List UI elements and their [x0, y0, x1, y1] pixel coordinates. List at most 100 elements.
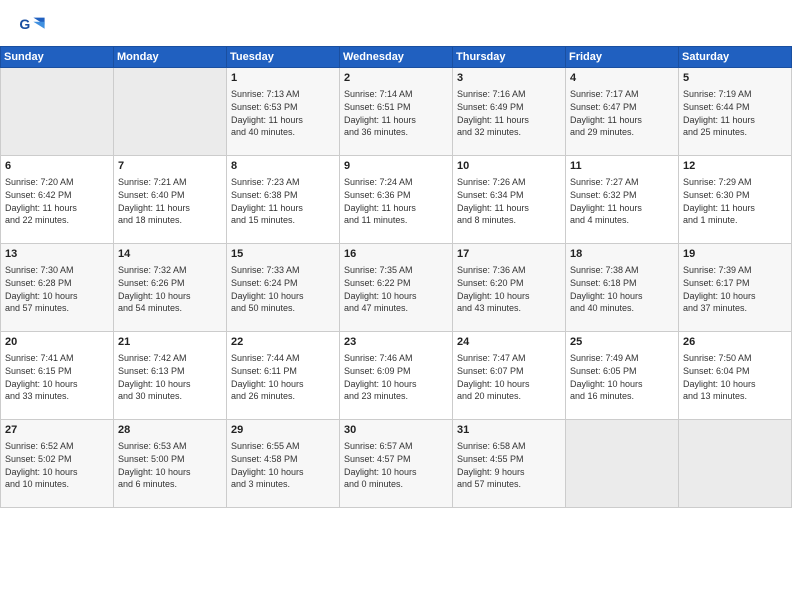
calendar-header-friday: Friday	[566, 47, 679, 68]
day-number: 30	[344, 423, 448, 438]
cell-text: Sunrise: 7:23 AMSunset: 6:38 PMDaylight:…	[231, 176, 335, 226]
day-number: 6	[5, 159, 109, 174]
cell-text: Sunrise: 7:17 AMSunset: 6:47 PMDaylight:…	[570, 88, 674, 138]
calendar-cell: 22 Sunrise: 7:44 AMSunset: 6:11 PMDayligh…	[227, 332, 340, 420]
day-number: 21	[118, 335, 222, 350]
cell-text: Sunrise: 7:39 AMSunset: 6:17 PMDaylight:…	[683, 264, 787, 314]
cell-text: Sunrise: 7:50 AMSunset: 6:04 PMDaylight:…	[683, 352, 787, 402]
day-number: 5	[683, 71, 787, 86]
day-number: 28	[118, 423, 222, 438]
day-number: 17	[457, 247, 561, 262]
calendar-table: SundayMondayTuesdayWednesdayThursdayFrid…	[0, 46, 792, 508]
cell-text: Sunrise: 7:47 AMSunset: 6:07 PMDaylight:…	[457, 352, 561, 402]
cell-text: Sunrise: 6:53 AMSunset: 5:00 PMDaylight:…	[118, 440, 222, 490]
calendar-cell: 17 Sunrise: 7:36 AMSunset: 6:20 PMDayligh…	[453, 244, 566, 332]
calendar-cell: 27Sunrise: 6:52 AMSunset: 5:02 PMDayligh…	[1, 420, 114, 508]
calendar-cell: 14Sunrise: 7:32 AMSunset: 6:26 PMDayligh…	[114, 244, 227, 332]
calendar-cell: 21 Sunrise: 7:42 AMSunset: 6:13 PMDayligh…	[114, 332, 227, 420]
calendar-week-5: 27Sunrise: 6:52 AMSunset: 5:02 PMDayligh…	[1, 420, 792, 508]
calendar-cell: 5Sunrise: 7:19 AMSunset: 6:44 PMDaylight…	[679, 68, 792, 156]
cell-text: Sunrise: 7:24 AMSunset: 6:36 PMDaylight:…	[344, 176, 448, 226]
calendar-cell: 2 Sunrise: 7:14 AMSunset: 6:51 PMDaylight…	[340, 68, 453, 156]
cell-text: Sunrise: 7:26 AMSunset: 6:34 PMDaylight:…	[457, 176, 561, 226]
calendar-cell: 19 Sunrise: 7:39 AMSunset: 6:17 PMDayligh…	[679, 244, 792, 332]
cell-text: Sunrise: 7:21 AMSunset: 6:40 PMDaylight:…	[118, 176, 222, 226]
calendar-cell: 29 Sunrise: 6:55 AMSunset: 4:58 PMDayligh…	[227, 420, 340, 508]
calendar-cell: 20Sunrise: 7:41 AMSunset: 6:15 PMDayligh…	[1, 332, 114, 420]
day-number: 20	[5, 335, 109, 350]
calendar-cell	[679, 420, 792, 508]
calendar-cell: 3 Sunrise: 7:16 AMSunset: 6:49 PMDaylight…	[453, 68, 566, 156]
calendar-cell: 18 Sunrise: 7:38 AMSunset: 6:18 PMDayligh…	[566, 244, 679, 332]
day-number: 29	[231, 423, 335, 438]
cell-text: Sunrise: 7:42 AMSunset: 6:13 PMDaylight:…	[118, 352, 222, 402]
logo-icon: G	[18, 12, 46, 40]
calendar-week-2: 6 Sunrise: 7:20 AMSunset: 6:42 PMDaylight…	[1, 156, 792, 244]
cell-text: Sunrise: 7:16 AMSunset: 6:49 PMDaylight:…	[457, 88, 561, 138]
header: G	[0, 0, 792, 46]
calendar-cell: 7Sunrise: 7:21 AMSunset: 6:40 PMDaylight…	[114, 156, 227, 244]
day-number: 12	[683, 159, 787, 174]
calendar-cell: 15Sunrise: 7:33 AMSunset: 6:24 PMDayligh…	[227, 244, 340, 332]
cell-text: Sunrise: 7:13 AMSunset: 6:53 PMDaylight:…	[231, 88, 335, 138]
calendar-week-3: 13 Sunrise: 7:30 AMSunset: 6:28 PMDayligh…	[1, 244, 792, 332]
calendar-cell: 10Sunrise: 7:26 AMSunset: 6:34 PMDayligh…	[453, 156, 566, 244]
cell-text: Sunrise: 6:57 AMSunset: 4:57 PMDaylight:…	[344, 440, 448, 490]
calendar-cell	[114, 68, 227, 156]
calendar-cell: 13 Sunrise: 7:30 AMSunset: 6:28 PMDayligh…	[1, 244, 114, 332]
calendar-header-thursday: Thursday	[453, 47, 566, 68]
day-number: 31	[457, 423, 561, 438]
day-number: 13	[5, 247, 109, 262]
day-number: 4	[570, 71, 674, 86]
calendar-cell: 6 Sunrise: 7:20 AMSunset: 6:42 PMDaylight…	[1, 156, 114, 244]
calendar-cell: 8 Sunrise: 7:23 AMSunset: 6:38 PMDaylight…	[227, 156, 340, 244]
calendar-cell: 4 Sunrise: 7:17 AMSunset: 6:47 PMDaylight…	[566, 68, 679, 156]
cell-text: Sunrise: 6:58 AMSunset: 4:55 PMDaylight:…	[457, 440, 561, 490]
cell-text: Sunrise: 7:38 AMSunset: 6:18 PMDaylight:…	[570, 264, 674, 314]
cell-text: Sunrise: 7:36 AMSunset: 6:20 PMDaylight:…	[457, 264, 561, 314]
calendar-cell: 28 Sunrise: 6:53 AMSunset: 5:00 PMDayligh…	[114, 420, 227, 508]
day-number: 11	[570, 159, 674, 174]
calendar-header-tuesday: Tuesday	[227, 47, 340, 68]
calendar-cell: 24 Sunrise: 7:47 AMSunset: 6:07 PMDayligh…	[453, 332, 566, 420]
calendar-header-sunday: Sunday	[1, 47, 114, 68]
calendar-cell	[1, 68, 114, 156]
day-number: 27	[5, 423, 109, 438]
day-number: 18	[570, 247, 674, 262]
day-number: 2	[344, 71, 448, 86]
day-number: 8	[231, 159, 335, 174]
calendar-header-monday: Monday	[114, 47, 227, 68]
calendar-cell: 9 Sunrise: 7:24 AMSunset: 6:36 PMDaylight…	[340, 156, 453, 244]
calendar-cell: 11 Sunrise: 7:27 AMSunset: 6:32 PMDayligh…	[566, 156, 679, 244]
day-number: 9	[344, 159, 448, 174]
day-number: 1	[231, 71, 335, 86]
day-number: 25	[570, 335, 674, 350]
day-number: 19	[683, 247, 787, 262]
cell-text: Sunrise: 7:14 AMSunset: 6:51 PMDaylight:…	[344, 88, 448, 138]
cell-text: Sunrise: 7:29 AMSunset: 6:30 PMDaylight:…	[683, 176, 787, 226]
day-number: 3	[457, 71, 561, 86]
cell-text: Sunrise: 7:27 AMSunset: 6:32 PMDaylight:…	[570, 176, 674, 226]
day-number: 16	[344, 247, 448, 262]
day-number: 22	[231, 335, 335, 350]
calendar-cell: 12 Sunrise: 7:29 AMSunset: 6:30 PMDayligh…	[679, 156, 792, 244]
calendar-cell: 26 Sunrise: 7:50 AMSunset: 6:04 PMDayligh…	[679, 332, 792, 420]
cell-text: Sunrise: 6:55 AMSunset: 4:58 PMDaylight:…	[231, 440, 335, 490]
day-number: 23	[344, 335, 448, 350]
cell-text: Sunrise: 7:30 AMSunset: 6:28 PMDaylight:…	[5, 264, 109, 314]
svg-text:G: G	[19, 16, 30, 32]
logo: G	[18, 12, 50, 40]
calendar-cell: 31 Sunrise: 6:58 AMSunset: 4:55 PMDayligh…	[453, 420, 566, 508]
cell-text: Sunrise: 7:44 AMSunset: 6:11 PMDaylight:…	[231, 352, 335, 402]
calendar-cell: 23Sunrise: 7:46 AMSunset: 6:09 PMDayligh…	[340, 332, 453, 420]
calendar-header-row: SundayMondayTuesdayWednesdayThursdayFrid…	[1, 47, 792, 68]
day-number: 26	[683, 335, 787, 350]
day-number: 24	[457, 335, 561, 350]
calendar-week-4: 20Sunrise: 7:41 AMSunset: 6:15 PMDayligh…	[1, 332, 792, 420]
cell-text: Sunrise: 7:32 AMSunset: 6:26 PMDaylight:…	[118, 264, 222, 314]
calendar-week-1: 1 Sunrise: 7:13 AMSunset: 6:53 PMDaylight…	[1, 68, 792, 156]
page: G SundayMondayTuesdayWednesdayThursdayFr…	[0, 0, 792, 612]
cell-text: Sunrise: 7:20 AMSunset: 6:42 PMDaylight:…	[5, 176, 109, 226]
calendar-cell: 16Sunrise: 7:35 AMSunset: 6:22 PMDayligh…	[340, 244, 453, 332]
day-number: 15	[231, 247, 335, 262]
